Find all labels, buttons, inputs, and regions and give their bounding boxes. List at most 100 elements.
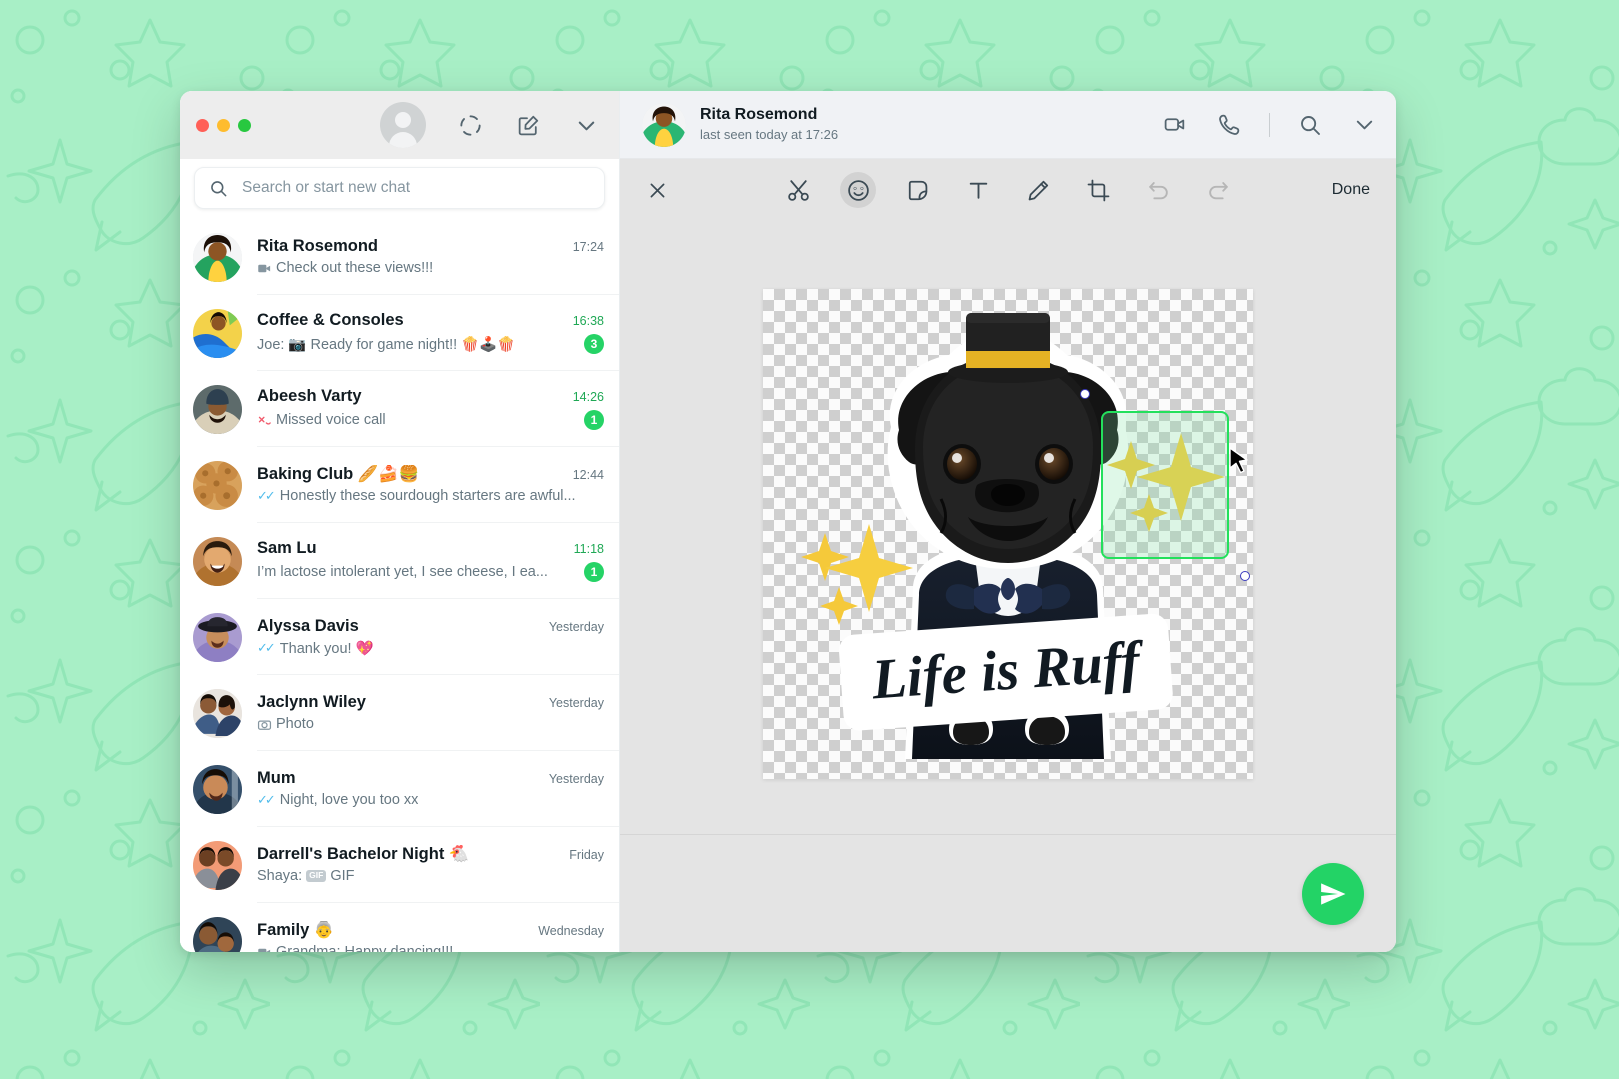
chat-item-name: Rita Rosemond xyxy=(257,237,565,256)
chat-item-top-row: Family 👵Wednesday xyxy=(257,921,604,940)
chat-item-preview-text: Missed voice call xyxy=(276,412,386,428)
video-icon xyxy=(257,945,272,953)
avatar[interactable] xyxy=(642,103,686,147)
chat-item-preview: Joe: 📷 Ready for game night!! 🍿🕹️🍿 xyxy=(257,336,579,353)
status-ring-icon[interactable] xyxy=(456,111,484,139)
send-icon xyxy=(1318,879,1348,909)
avatar[interactable] xyxy=(193,461,242,510)
text-icon[interactable] xyxy=(960,172,996,208)
sticker-selection-box[interactable] xyxy=(1101,411,1229,559)
chat-item-bottom-row: ✓✓Honestly these sourdough starters are … xyxy=(257,488,604,504)
chat-item-top-row: Alyssa DavisYesterday xyxy=(257,617,604,636)
done-button[interactable]: Done xyxy=(1328,175,1374,205)
chat-item-bottom-row: ✓✓Night, love you too xx xyxy=(257,792,604,808)
unread-badge: 1 xyxy=(584,562,604,582)
chat-item-name: Darrell's Bachelor Night 🐔 xyxy=(257,845,561,864)
chat-item-bottom-row: Grandma: Happy dancing!!! xyxy=(257,944,604,952)
avatar[interactable] xyxy=(193,765,242,814)
chat-item-preview: ✓✓Thank you! 💖 xyxy=(257,640,604,657)
avatar[interactable] xyxy=(193,841,242,890)
editor-canvas[interactable]: Life is Ruff xyxy=(620,221,1396,834)
sidebar: Rita Rosemond17:24Check out these views!… xyxy=(180,91,620,952)
chat-item-name: Family 👵 xyxy=(257,921,530,940)
avatar[interactable] xyxy=(193,917,242,953)
chat-item-content: Darrell's Bachelor Night 🐔FridayShaya:GI… xyxy=(257,827,619,903)
search-row xyxy=(180,159,619,219)
composer-bar xyxy=(620,834,1396,952)
search-icon xyxy=(209,179,228,198)
new-chat-icon[interactable] xyxy=(514,111,542,139)
chat-item-preview: Missed voice call xyxy=(257,412,579,428)
selection-handle-bottom-right[interactable] xyxy=(1240,571,1250,581)
voice-call-icon[interactable] xyxy=(1215,111,1243,139)
avatar[interactable] xyxy=(193,309,242,358)
chat-item-timestamp: 17:24 xyxy=(573,240,604,254)
search-box[interactable] xyxy=(194,167,605,209)
selection-handle-top-left[interactable] xyxy=(1080,389,1090,399)
chat-item-content: Sam Lu11:18I’m lactose intolerant yet, I… xyxy=(257,523,619,599)
chat-item-top-row: MumYesterday xyxy=(257,769,604,788)
chevron-down-icon[interactable] xyxy=(572,111,600,139)
conversation-actions xyxy=(1161,111,1378,139)
chat-list[interactable]: Rita Rosemond17:24Check out these views!… xyxy=(180,219,619,952)
chat-list-item[interactable]: Darrell's Bachelor Night 🐔FridayShaya:GI… xyxy=(180,827,619,903)
close-window-button[interactable] xyxy=(196,119,209,132)
redo-icon[interactable] xyxy=(1200,172,1236,208)
emoji-icon[interactable] xyxy=(840,172,876,208)
chat-item-preview-text: GIF xyxy=(330,868,354,884)
chevron-down-icon[interactable] xyxy=(1350,111,1378,139)
chat-item-content: Abeesh Varty14:26 Missed voice call 1 xyxy=(257,371,619,447)
crop-rotate-icon[interactable] xyxy=(1080,172,1116,208)
crop-scissors-icon[interactable] xyxy=(780,172,816,208)
image-stage[interactable]: Life is Ruff xyxy=(763,289,1253,779)
video-call-icon[interactable] xyxy=(1161,111,1189,139)
search-input[interactable] xyxy=(242,179,590,197)
search-icon[interactable] xyxy=(1296,111,1324,139)
chat-item-preview: Photo xyxy=(257,716,604,732)
send-button[interactable] xyxy=(1302,863,1364,925)
chat-item-preview-text: Thank you! 💖 xyxy=(280,640,374,657)
chat-item-content: Alyssa DavisYesterday ✓✓Thank you! 💖 xyxy=(257,599,619,675)
chat-item-bottom-row: Photo xyxy=(257,716,604,732)
chat-list-item[interactable]: Abeesh Varty14:26 Missed voice call 1 xyxy=(180,371,619,447)
chat-item-name: Baking Club 🥖🍰🍔 xyxy=(257,465,565,484)
undo-icon[interactable] xyxy=(1140,172,1176,208)
chat-item-top-row: Baking Club 🥖🍰🍔 12:44 xyxy=(257,465,604,484)
chat-item-top-row: Jaclynn WileyYesterday xyxy=(257,693,604,712)
avatar[interactable] xyxy=(193,537,242,586)
chat-item-bottom-row: ✓✓Thank you! 💖 xyxy=(257,640,604,657)
chat-item-top-row: Coffee & Consoles16:38 xyxy=(257,311,604,330)
unread-badge: 1 xyxy=(584,410,604,430)
chat-item-preview: Grandma: Happy dancing!!! xyxy=(257,944,604,952)
avatar[interactable] xyxy=(193,613,242,662)
chat-list-item[interactable]: Jaclynn WileyYesterday Photo xyxy=(180,675,619,751)
profile-avatar[interactable] xyxy=(380,102,426,148)
chat-list-item[interactable]: Rita Rosemond17:24Check out these views!… xyxy=(180,219,619,295)
chat-item-top-row: Rita Rosemond 17:24 xyxy=(257,237,604,256)
avatar[interactable] xyxy=(193,385,242,434)
chat-item-content: Baking Club 🥖🍰🍔 12:44 ✓✓Honestly these sou… xyxy=(257,447,619,523)
camera-icon xyxy=(257,717,272,732)
video-icon xyxy=(257,261,272,276)
avatar[interactable] xyxy=(193,233,242,282)
conversation-name: Rita Rosemond xyxy=(700,105,1147,126)
chat-item-top-row: Abeesh Varty14:26 xyxy=(257,387,604,406)
chat-list-item[interactable]: Sam Lu11:18I’m lactose intolerant yet, I… xyxy=(180,523,619,599)
pencil-draw-icon[interactable] xyxy=(1020,172,1056,208)
chat-list-item[interactable]: MumYesterday ✓✓Night, love you too xx xyxy=(180,751,619,827)
avatar[interactable] xyxy=(193,689,242,738)
chat-item-timestamp: Yesterday xyxy=(549,696,604,710)
chat-item-bottom-row: Joe: 📷 Ready for game night!! 🍿🕹️🍿3 xyxy=(257,334,604,354)
sticker-icon[interactable] xyxy=(900,172,936,208)
chat-list-item[interactable]: Family 👵Wednesday Grandma: Happy dancing!… xyxy=(180,903,619,952)
chat-list-item[interactable]: Alyssa DavisYesterday ✓✓Thank you! 💖 xyxy=(180,599,619,675)
minimize-window-button[interactable] xyxy=(217,119,230,132)
read-receipt-icon: ✓✓ xyxy=(257,488,273,504)
chat-list-item[interactable]: Baking Club 🥖🍰🍔 12:44 ✓✓Honestly these sou… xyxy=(180,447,619,523)
chat-item-preview-text: Night, love you too xx xyxy=(280,792,419,808)
chat-item-timestamp: 12:44 xyxy=(573,468,604,482)
close-icon[interactable] xyxy=(642,175,672,205)
chat-list-item[interactable]: Coffee & Consoles16:38 Joe: 📷 Ready for g… xyxy=(180,295,619,371)
chat-item-timestamp: 11:18 xyxy=(574,542,604,556)
maximize-window-button[interactable] xyxy=(238,119,251,132)
